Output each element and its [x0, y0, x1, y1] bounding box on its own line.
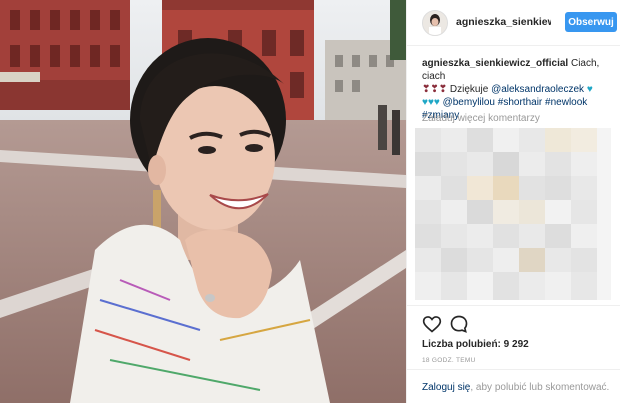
follow-button[interactable]: Obserwuj: [565, 12, 617, 32]
login-prompt: Zaloguj się, aby polubić lub skomentować…: [407, 369, 620, 393]
avatar-image: [423, 11, 447, 35]
heart-icon[interactable]: [422, 314, 442, 334]
post-sidebar: agnieszka_sienkiewicz Obserwuj agnieszka…: [406, 0, 620, 403]
instagram-post: agnieszka_sienkiewicz Obserwuj agnieszka…: [0, 0, 620, 403]
mention-aleksandraoleczek[interactable]: @aleksandraoleczek: [491, 84, 584, 95]
heart-exclamation-emoji: ❣❣❣: [422, 84, 448, 95]
post-timestamp: 18 GODZ. TEMU: [422, 357, 476, 364]
load-more-comments[interactable]: Załaduj więcej komentarzy: [422, 113, 540, 124]
header-username[interactable]: agnieszka_sienkiewicz: [456, 16, 551, 28]
post-photo[interactable]: [0, 0, 406, 403]
hashtag-shorthair[interactable]: #shorthair: [498, 97, 542, 108]
caption-username[interactable]: agnieszka_sienkiewicz_official: [422, 58, 568, 69]
pixelated-comments-image: [415, 128, 611, 300]
comment-bubble-icon[interactable]: [449, 314, 469, 334]
pixelated-comments: [415, 128, 611, 300]
login-text: , aby polubić lub skomentować.: [470, 382, 610, 393]
hashtag-newlook[interactable]: #newlook: [545, 97, 587, 108]
likes-count[interactable]: Liczba polubień: 9 292: [422, 339, 529, 350]
caption-thanks: Dziękuje: [449, 84, 489, 95]
blue-hearts-emoji: ♥♥♥: [422, 97, 440, 108]
login-link[interactable]: Zaloguj się: [422, 382, 470, 393]
post-actions: Liczba polubień: 9 292 18 GODZ. TEMU Zal…: [407, 305, 620, 404]
blue-heart-emoji: ♥: [586, 84, 593, 95]
mention-bemylilou[interactable]: @bemylilou: [443, 97, 495, 108]
photo-illustration: [0, 0, 406, 403]
avatar[interactable]: [422, 10, 448, 36]
post-header: agnieszka_sienkiewicz Obserwuj: [407, 0, 620, 46]
